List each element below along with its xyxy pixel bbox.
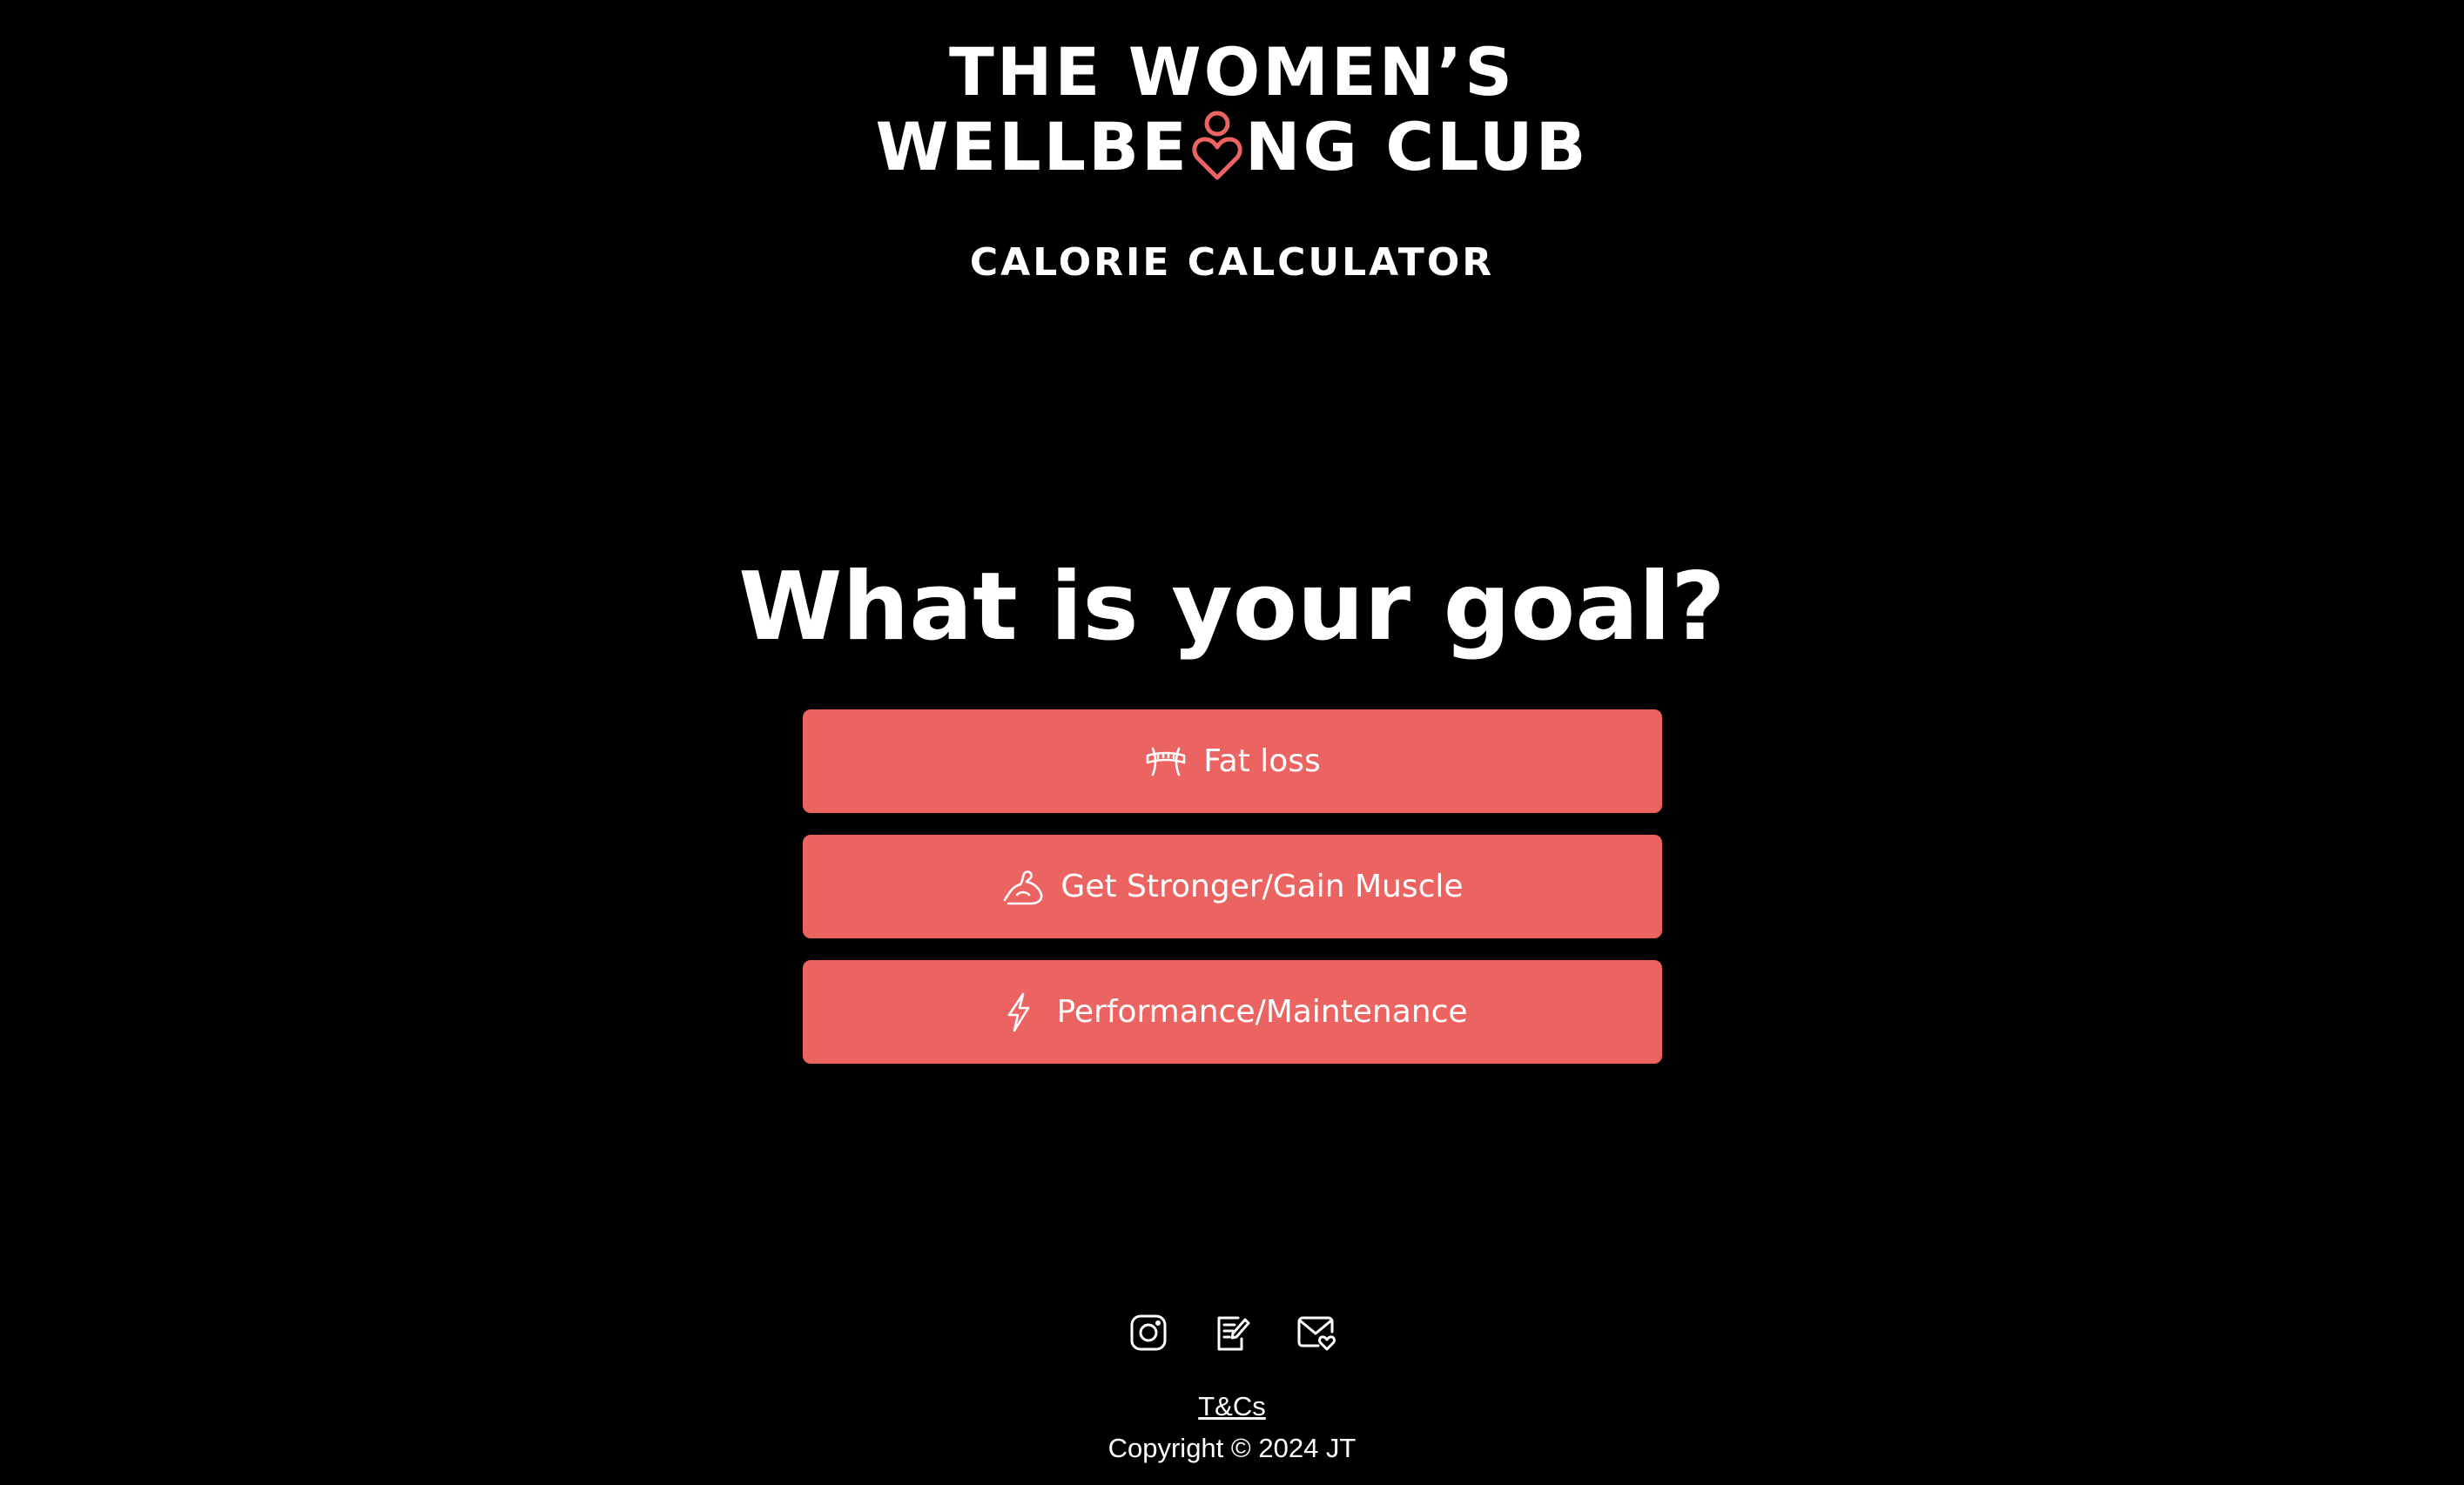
page-title: What is your goal? <box>738 553 1726 662</box>
get-stronger-button[interactable]: Get Stronger/Gain Muscle <box>803 835 1662 938</box>
goal-options: Fat loss Get Stronger/Gain Muscle Perfor… <box>803 709 1662 1085</box>
performance-label: Performance/Maintenance <box>1056 994 1468 1030</box>
get-stronger-label: Get Stronger/Gain Muscle <box>1060 869 1464 904</box>
brand-line-2: WELLBE NG CLUB <box>0 110 2464 185</box>
brand-line-2-end: NG CLUB <box>1244 108 1589 185</box>
blog-edit-icon[interactable] <box>1212 1313 1252 1353</box>
copyright-text: Copyright © 2024 JT <box>1107 1433 1357 1463</box>
performance-button[interactable]: Performance/Maintenance <box>803 960 1662 1064</box>
brand-line-1: THE WOMEN’S <box>948 33 1516 111</box>
person-heart-icon <box>1189 110 1245 185</box>
terms-link[interactable]: T&Cs <box>0 1391 2464 1422</box>
mail-heart-icon[interactable] <box>1296 1313 1336 1353</box>
flexed-arm-icon <box>1001 865 1045 909</box>
lightning-bolt-icon <box>997 991 1040 1034</box>
fat-loss-button[interactable]: Fat loss <box>803 709 1662 813</box>
page-subtitle: CALORIE CALCULATOR <box>969 240 1495 285</box>
brand-logo[interactable]: THE WOMEN’S WELLBE NG CLUB <box>0 35 2464 185</box>
waist-measure-icon <box>1144 740 1188 783</box>
fat-loss-label: Fat loss <box>1203 743 1321 779</box>
footer-social <box>0 1313 2464 1353</box>
instagram-icon[interactable] <box>1128 1313 1168 1353</box>
brand-line-2-start: WELLBE <box>875 108 1189 185</box>
